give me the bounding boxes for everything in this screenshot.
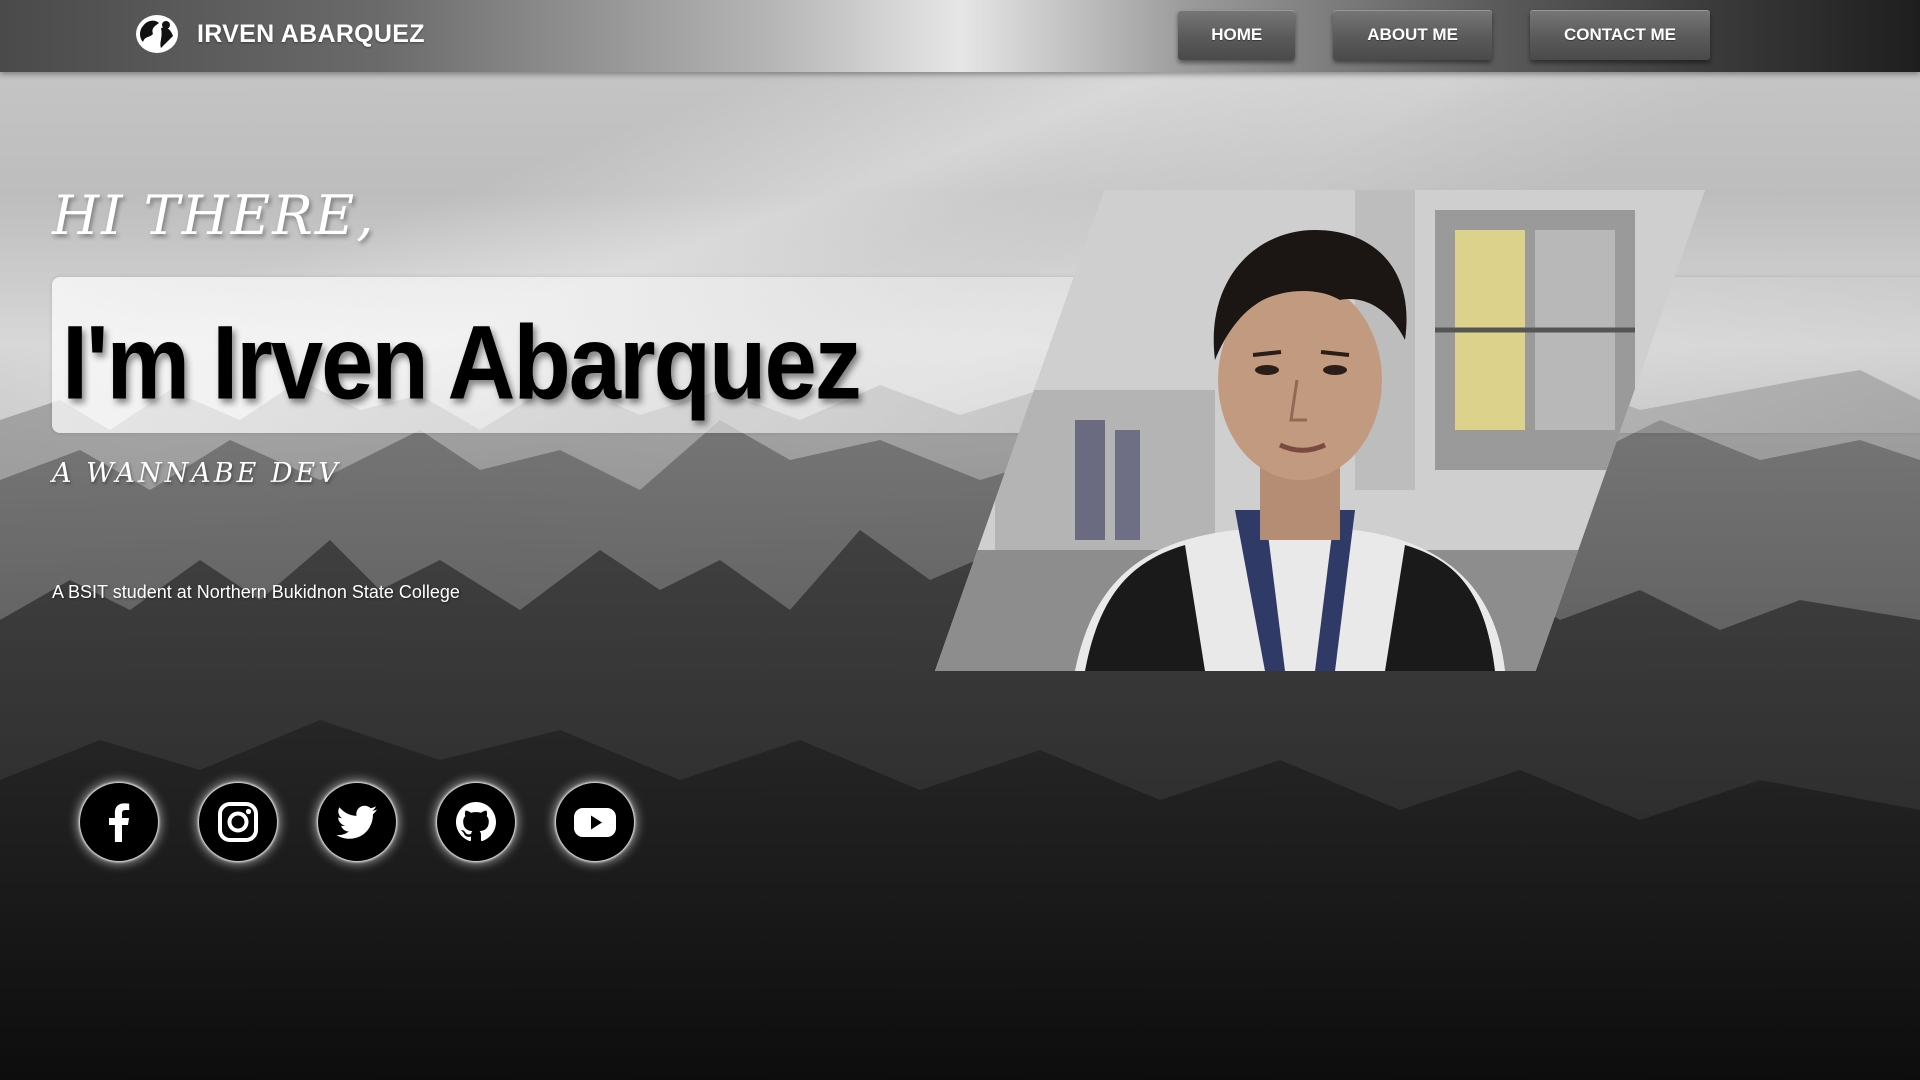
facebook-link[interactable] (80, 783, 158, 861)
brand[interactable]: IRVEN ABARQUEZ (133, 14, 425, 54)
twitter-icon (336, 805, 377, 839)
instagram-icon (218, 802, 258, 842)
youtube-icon (574, 808, 616, 837)
hero-name: I'm Irven Abarquez (62, 303, 862, 421)
nav-contact-button[interactable]: CONTACT ME (1529, 10, 1710, 60)
social-links (80, 783, 634, 861)
top-navbar: IRVEN ABARQUEZ HOME ABOUT ME CONTACT ME (0, 0, 1920, 72)
nav-home-button[interactable]: HOME (1178, 10, 1296, 60)
page: IRVEN ABARQUEZ HOME ABOUT ME CONTACT ME … (0, 0, 1920, 1080)
github-icon (456, 802, 496, 842)
hero-description: A BSIT student at Northern Bukidnon Stat… (52, 582, 460, 602)
hero-tagline: A WANNABE DEV (52, 458, 341, 489)
nav-about-button[interactable]: ABOUT ME (1333, 10, 1492, 60)
github-link[interactable] (437, 783, 515, 861)
twitter-link[interactable] (318, 783, 396, 861)
facebook-icon (109, 803, 130, 842)
youtube-link[interactable] (556, 783, 634, 861)
globe-logo-icon (136, 15, 178, 53)
hero-greeting: HI THERE, (52, 184, 376, 247)
brand-name: IRVEN ABARQUEZ (197, 19, 425, 48)
instagram-link[interactable] (199, 783, 277, 861)
main-nav: HOME ABOUT ME CONTACT ME (1178, 10, 1710, 60)
